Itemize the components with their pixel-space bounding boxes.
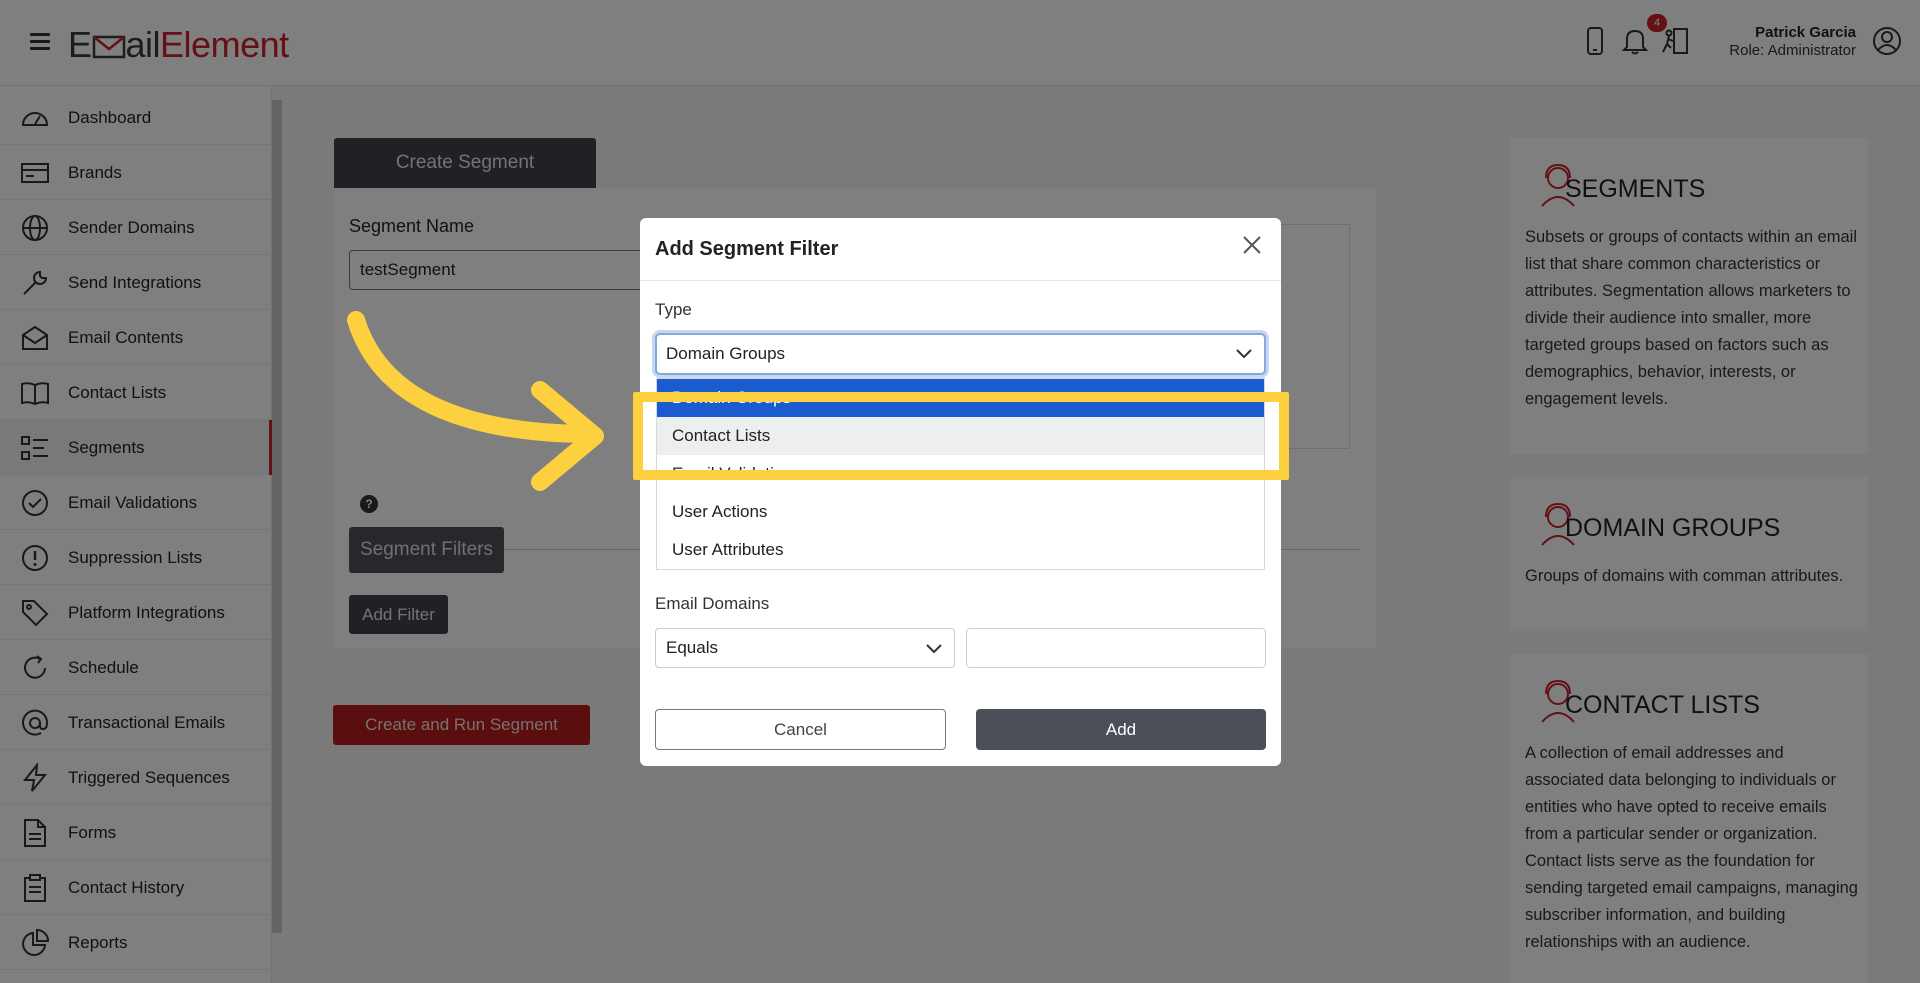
type-label: Type	[655, 300, 692, 319]
type-select-value: Domain Groups	[666, 344, 786, 363]
add-button[interactable]: Add	[976, 709, 1266, 750]
modal-divider	[640, 280, 1281, 281]
operator-select[interactable]: Equals	[655, 628, 955, 668]
chevron-down-icon	[926, 644, 942, 654]
add-segment-filter-modal: Add Segment Filter Type Domain Groups Do…	[640, 218, 1281, 766]
annotation-arrow-icon	[347, 311, 604, 491]
email-domain-value-input[interactable]	[966, 628, 1266, 668]
dropdown-option-user-attributes[interactable]: User Attributes	[657, 531, 1264, 569]
chevron-down-icon	[1236, 349, 1252, 359]
close-icon[interactable]	[1241, 234, 1263, 256]
highlight-box	[633, 392, 1289, 480]
modal-title: Add Segment Filter	[655, 238, 839, 260]
dropdown-option-user-actions[interactable]: User Actions	[657, 493, 1264, 531]
operator-select-value: Equals	[666, 638, 718, 657]
email-domains-label: Email Domains	[655, 594, 770, 613]
type-select[interactable]: Domain Groups	[655, 333, 1266, 375]
cancel-button[interactable]: Cancel	[655, 709, 946, 750]
